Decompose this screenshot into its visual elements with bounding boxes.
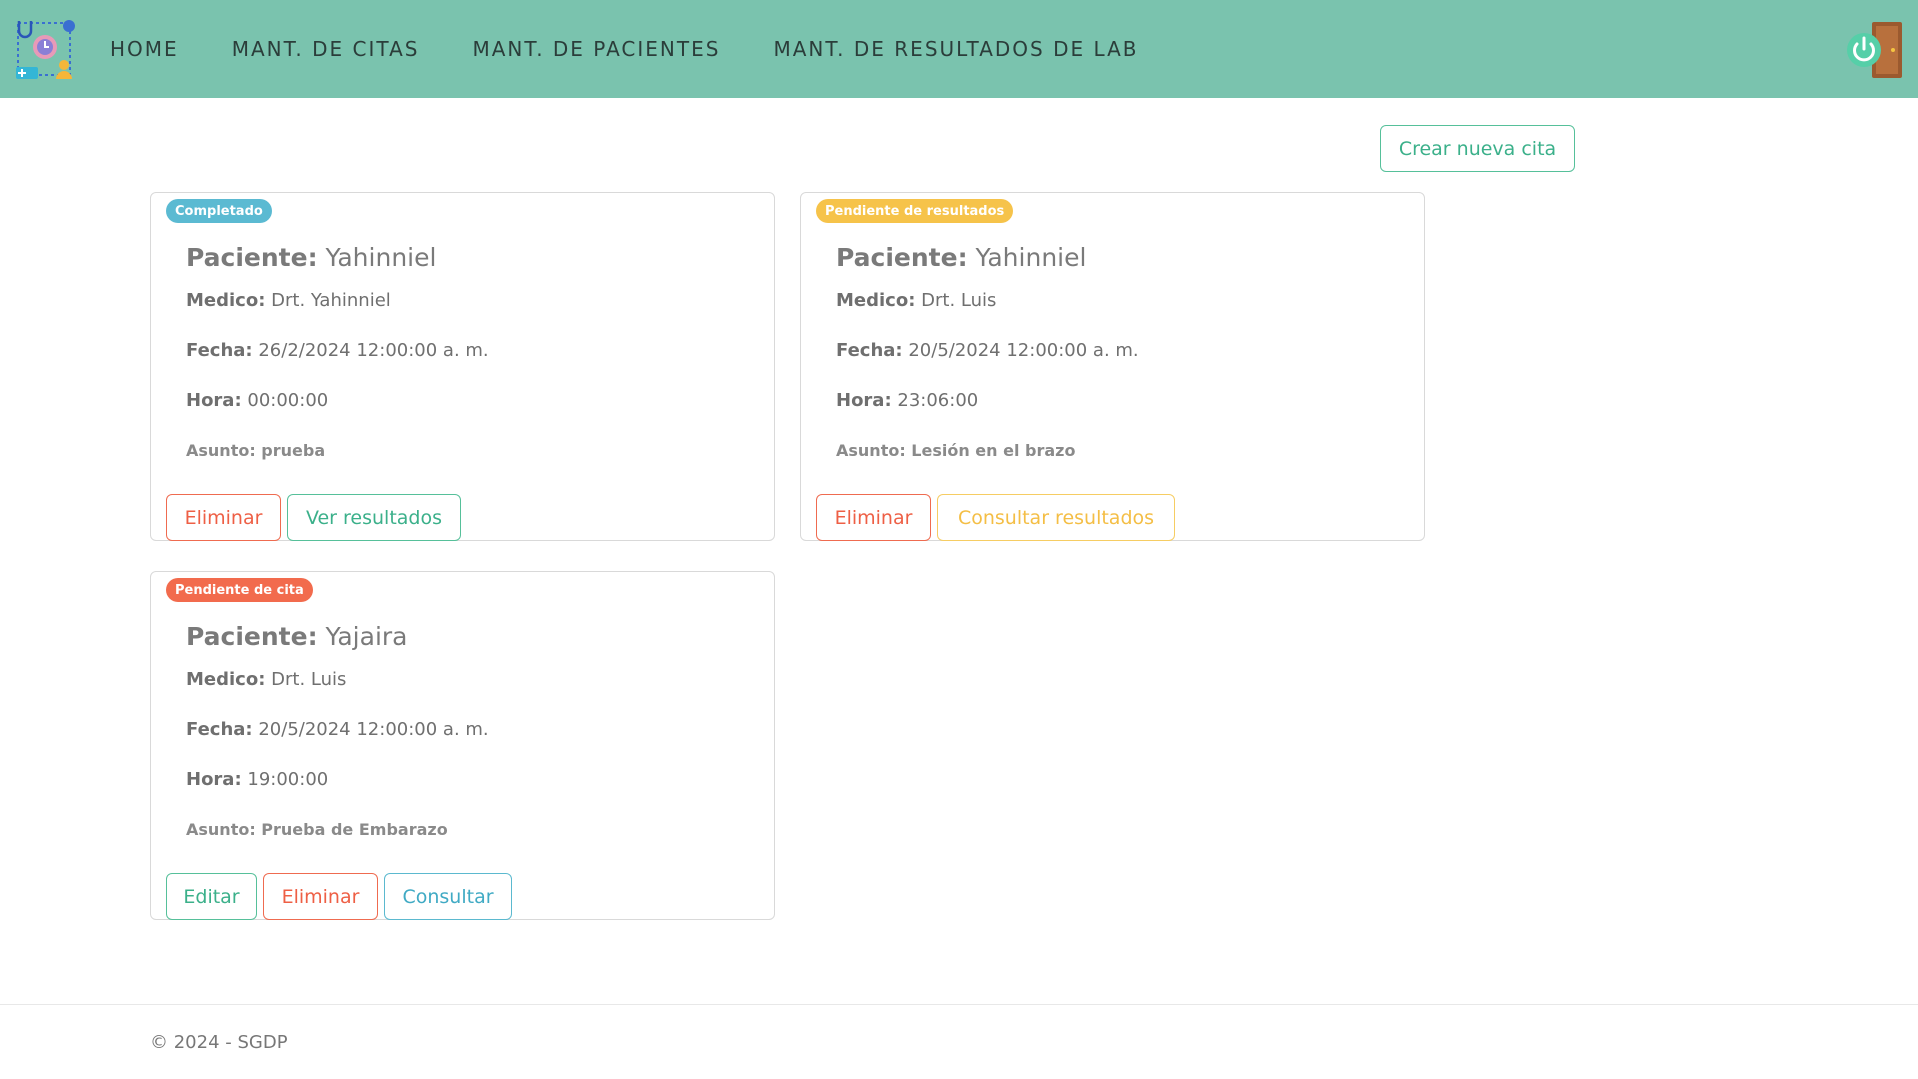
time-field: Hora: 00:00:00 (186, 390, 329, 411)
appointment-card: Pendiente de cita Paciente: Yajaira Medi… (150, 571, 775, 920)
status-badge: Pendiente de cita (166, 578, 313, 602)
edit-button[interactable]: Editar (166, 873, 257, 920)
card-actions: Eliminar Consultar resultados (816, 494, 1175, 541)
patient-name: Paciente: Yajaira (186, 622, 408, 651)
date-field: Fecha: 20/5/2024 12:00:00 a. m. (836, 340, 1139, 361)
appointment-card: Pendiente de resultados Paciente: Yahinn… (800, 192, 1425, 541)
subject-field: Asunto: prueba (186, 441, 326, 460)
status-badge: Pendiente de resultados (816, 199, 1014, 223)
nav-item-pacientes[interactable]: MANT. DE PACIENTES (472, 37, 720, 61)
nav-item-resultados-lab[interactable]: MANT. DE RESULTADOS DE LAB (773, 37, 1138, 61)
time-field: Hora: 19:00:00 (186, 769, 329, 790)
consult-button[interactable]: Consultar (384, 873, 512, 920)
medical-logo-icon[interactable] (14, 17, 78, 81)
footer-divider (0, 1004, 1918, 1005)
doctor-field: Medico: Drt. Yahinniel (186, 290, 391, 311)
view-results-button[interactable]: Ver resultados (287, 494, 461, 541)
navbar: HOME MANT. DE CITAS MANT. DE PACIENTES M… (0, 0, 1918, 98)
date-field: Fecha: 20/5/2024 12:00:00 a. m. (186, 719, 489, 740)
doctor-field: Medico: Drt. Luis (186, 669, 347, 690)
card-actions: Eliminar Ver resultados (166, 494, 461, 541)
main-nav: HOME MANT. DE CITAS MANT. DE PACIENTES M… (110, 0, 1191, 98)
subject-field: Asunto: Prueba de Embarazo (186, 820, 448, 839)
nav-item-citas[interactable]: MANT. DE CITAS (232, 37, 420, 61)
time-field: Hora: 23:06:00 (836, 390, 979, 411)
create-appointment-button[interactable]: Crear nueva cita (1380, 125, 1575, 172)
status-badge: Completado (166, 199, 272, 223)
patient-name: Paciente: Yahinniel (186, 243, 437, 272)
delete-button[interactable]: Eliminar (816, 494, 931, 541)
card-actions: Editar Eliminar Consultar (166, 873, 512, 920)
logout-icon[interactable] (1846, 22, 1906, 78)
footer-copyright: © 2024 - SGDP (150, 1032, 288, 1053)
patient-name: Paciente: Yahinniel (836, 243, 1087, 272)
doctor-field: Medico: Drt. Luis (836, 290, 997, 311)
date-field: Fecha: 26/2/2024 12:00:00 a. m. (186, 340, 489, 361)
delete-button[interactable]: Eliminar (166, 494, 281, 541)
nav-item-home[interactable]: HOME (110, 37, 179, 61)
check-results-button[interactable]: Consultar resultados (937, 494, 1175, 541)
appointment-card: Completado Paciente: Yahinniel Medico: D… (150, 192, 775, 541)
delete-button[interactable]: Eliminar (263, 873, 378, 920)
subject-field: Asunto: Lesión en el brazo (836, 441, 1076, 460)
